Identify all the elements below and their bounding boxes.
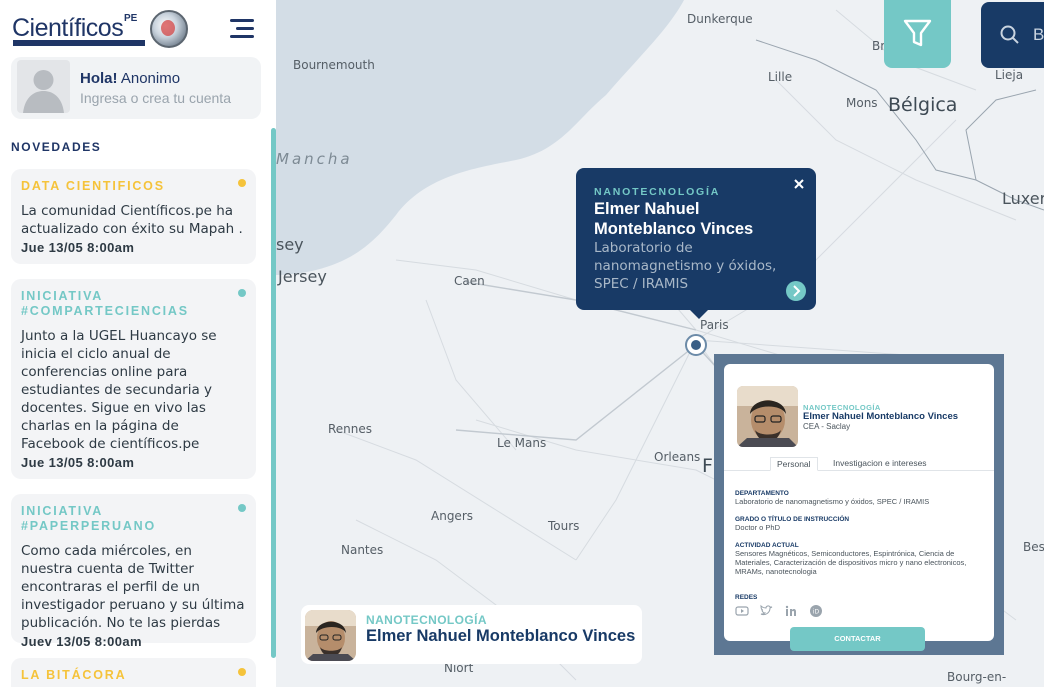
menu-icon[interactable] [230, 19, 254, 39]
profile-photo [737, 386, 798, 447]
place-le-mans: Le Mans [497, 436, 547, 450]
news-date: Jue 13/05 8:00am [21, 240, 135, 255]
filter-button[interactable] [884, 0, 951, 68]
place-dunkerque: Dunkerque [687, 12, 753, 26]
profile-name: Elmer Nahuel Monteblanco Vinces [803, 411, 959, 422]
search-input[interactable]: B [1033, 25, 1044, 45]
user-name: Anonimo [120, 70, 181, 87]
news-tag: LA BITÁCORA [21, 668, 127, 682]
status-dot [238, 668, 246, 676]
place-bournemouth: Bournemouth [293, 58, 375, 72]
avatar [17, 60, 70, 113]
logo-suffix: PE [124, 13, 138, 24]
linkedin-icon[interactable] [784, 604, 798, 618]
news-tag: DATA CIENTIFICOS [21, 179, 165, 193]
news-card[interactable]: INICIATIVA #PAPERPERUANO Como cada miérc… [11, 494, 256, 649]
close-icon[interactable] [792, 177, 806, 191]
profile-panel: NANOTECNOLOGÍA Elmer Nahuel Monteblanco … [724, 364, 994, 651]
degree-label: GRADO O TÍTULO DE INSTRUCCIÓN [735, 516, 850, 523]
news-body: Junto a la UGEL Huancayo se inicia el ci… [21, 328, 217, 452]
greeting-hola: Hola! [80, 70, 118, 87]
orcid-icon[interactable]: iD [809, 604, 823, 618]
popup-affiliation: Laboratorio de nanomagnetismo y óxidos, … [594, 240, 777, 292]
place-angers: Angers [431, 509, 473, 523]
tab-personal[interactable]: Personal [770, 457, 818, 471]
news-body: Como cada miércoles, en nuestra cuenta d… [21, 543, 245, 631]
twitter-icon[interactable] [759, 604, 773, 618]
activity-label: ACTIVIDAD ACTUAL [735, 542, 799, 549]
status-dot [238, 504, 246, 512]
place-orleans: Orleans [654, 450, 701, 464]
scrollbar[interactable] [271, 128, 276, 658]
tab-investigacion[interactable]: Investigacion e intereses [827, 457, 933, 471]
popup-category: NANOTECNOLOGÍA [594, 186, 721, 198]
popup-name: Elmer Nahuel Monteblanco Vinces [594, 200, 754, 238]
map-popup: NANOTECNOLOGÍA Elmer Nahuel Monteblanco … [576, 168, 816, 319]
place-jersey: Jersey [278, 267, 327, 286]
map-pin[interactable] [685, 334, 707, 356]
department-value: Laboratorio de nanomagnetismo y óxidos, … [735, 497, 930, 506]
news-body: La comunidad Científicos.pe ha actualiza… [21, 203, 243, 237]
popup-open-button[interactable] [786, 281, 806, 301]
profile-tabs: Personal Investigacion e intereses [724, 457, 994, 471]
news-card[interactable]: DATA CIENTIFICOS La comunidad Científico… [11, 169, 256, 264]
researcher-card[interactable]: NANOTECNOLOGÍA Elmer Nahuel Monteblanco … [301, 605, 642, 664]
logo-text: Científicos [12, 14, 124, 42]
place-tours: Tours [548, 519, 580, 533]
user-card[interactable]: Hola! Anonimo Ingresa o crea tu cuenta [11, 57, 261, 119]
chevron-right-icon [793, 285, 801, 297]
filter-icon [903, 19, 932, 47]
researcher-photo [305, 610, 356, 661]
greeting: Hola! Anonimo [80, 70, 180, 87]
place-rennes: Rennes [328, 422, 373, 436]
place-lille: Lille [768, 70, 793, 84]
place-paris: Paris [700, 318, 729, 332]
logo[interactable]: Científicos PE [12, 10, 192, 50]
status-dot [238, 179, 246, 187]
place-caen: Caen [454, 274, 485, 288]
profile-photo-image [737, 386, 798, 447]
login-link[interactable]: Ingresa o crea tu cuenta [80, 90, 231, 106]
place-nantes: Nantes [341, 543, 384, 557]
news-date: Juev 13/05 8:00am [21, 634, 142, 649]
logo-tagline-bar [13, 40, 145, 46]
news-tag: INICIATIVA #COMPARTECIENCIAS [21, 289, 189, 318]
place-luxer: Luxer [1002, 189, 1044, 208]
researcher-name: Elmer Nahuel Monteblanco Vinces [366, 627, 636, 645]
news-tag: INICIATIVA #PAPERPERUANO [21, 504, 156, 533]
activity-value: Sensores Magnéticos, Semiconductores, Es… [735, 549, 967, 576]
place-sey: sey [276, 235, 304, 254]
news-card[interactable]: LA BITÁCORA [11, 658, 256, 687]
news-section-title: NOVEDADES [11, 140, 102, 154]
researcher-category: NANOTECNOLOGÍA [366, 613, 487, 627]
sidebar: Científicos PE Hola! Anonimo Ingresa o c… [0, 0, 276, 687]
search-icon [1000, 25, 1019, 44]
contact-button[interactable]: CONTACTAR [790, 627, 925, 651]
researcher-photo-image [305, 610, 356, 661]
place-lieja: Lieja [995, 68, 1024, 82]
place-bourg: Bourg-en- [947, 670, 1007, 684]
degree-value: Doctor o PhD [735, 523, 781, 532]
globe-icon [150, 10, 188, 48]
place-belgica: Bélgica [888, 94, 958, 116]
youtube-icon[interactable] [735, 604, 749, 618]
place-mons: Mons [846, 96, 878, 110]
news-card[interactable]: INICIATIVA #COMPARTECIENCIAS Junto a la … [11, 279, 256, 479]
social-label: REDES [735, 594, 758, 601]
place-bes: Bes [1023, 540, 1044, 554]
search-box[interactable]: B [981, 2, 1044, 68]
place-mancha: Mancha [276, 150, 353, 168]
status-dot [238, 289, 246, 297]
news-date: Jue 13/05 8:00am [21, 455, 135, 470]
place-f: F [702, 455, 713, 477]
profile-affiliation: CEA - Saclay [803, 422, 851, 431]
department-label: DEPARTAMENTO [735, 490, 789, 497]
svg-text:iD: iD [813, 609, 820, 616]
user-silhouette-icon [23, 70, 64, 113]
